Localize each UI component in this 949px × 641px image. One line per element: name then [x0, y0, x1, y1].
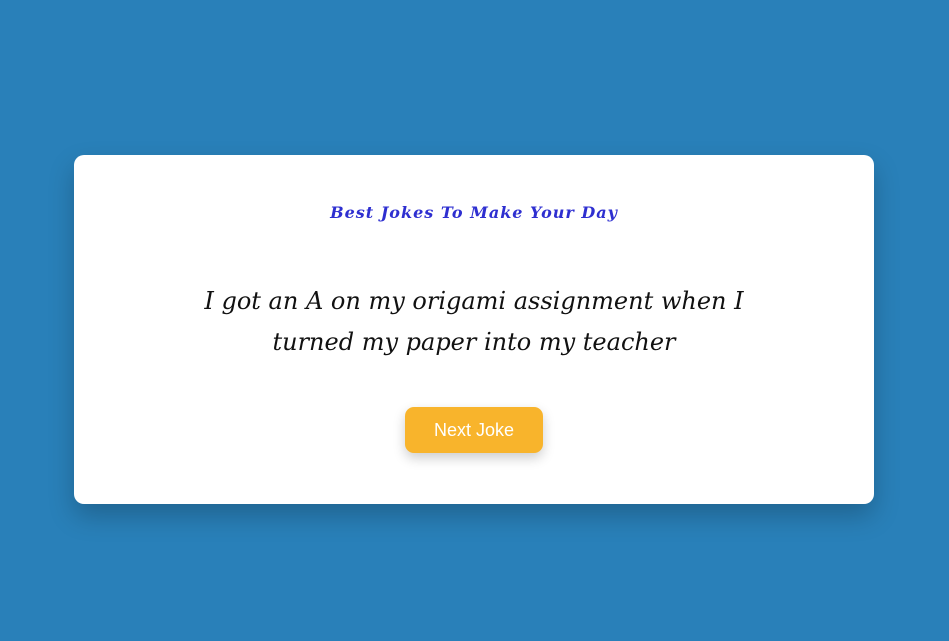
- joke-card: Best Jokes To Make Your Day I got an A o…: [74, 155, 874, 504]
- joke-text: I got an A on my origami assignment when…: [204, 287, 744, 356]
- next-joke-button[interactable]: Next Joke: [405, 407, 543, 453]
- page-background: { "card": { "title": "Best Jokes To Make…: [0, 0, 949, 641]
- card-title: Best Jokes To Make Your Day: [330, 203, 618, 222]
